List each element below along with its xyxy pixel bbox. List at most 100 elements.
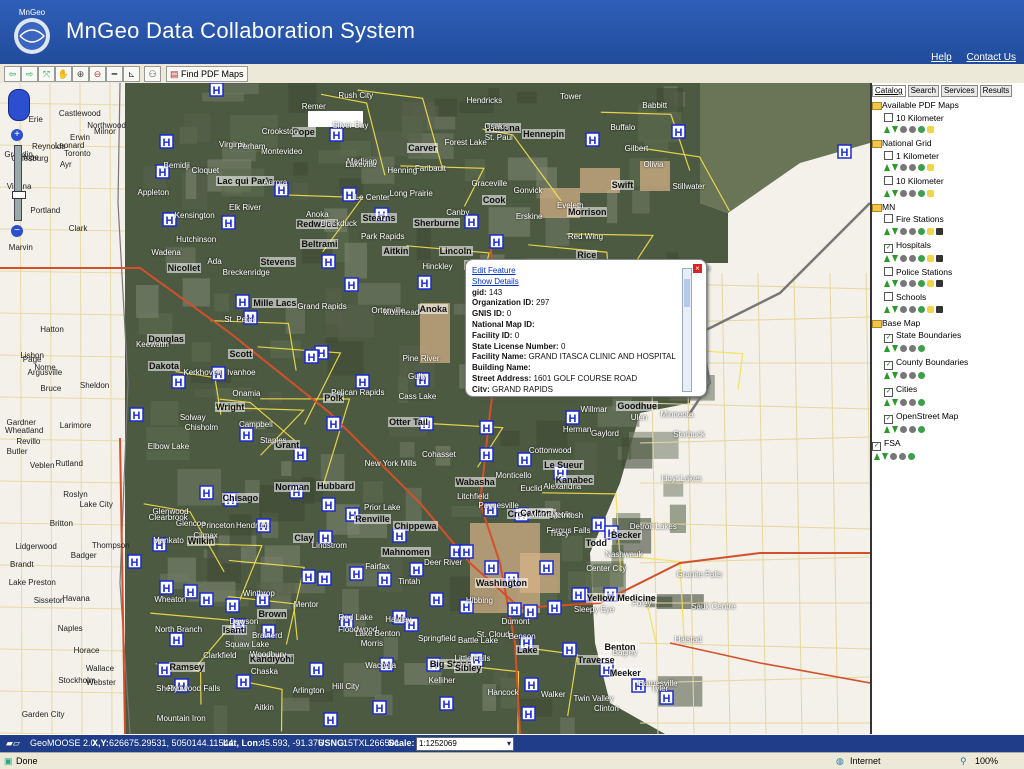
move-down-arrow-icon[interactable]	[892, 164, 898, 171]
layer-checkbox[interactable]: ✓	[872, 442, 881, 451]
move-down-arrow-icon[interactable]	[892, 426, 898, 433]
zoom-slider-thumb[interactable]	[12, 191, 26, 199]
layer-group[interactable]: Available PDF Maps	[872, 99, 1024, 112]
move-down-arrow-icon[interactable]	[892, 280, 898, 287]
opacity-icon[interactable]	[900, 254, 907, 262]
opacity-icon[interactable]	[900, 280, 907, 287]
zoom-bar[interactable]: + −	[8, 89, 30, 319]
opacity-icon[interactable]	[909, 399, 916, 406]
opacity-icon[interactable]	[890, 453, 897, 460]
layer-checkbox[interactable]: ✓	[884, 334, 893, 343]
full-extent-icon[interactable]: ⤧	[38, 66, 55, 82]
info-icon[interactable]	[927, 126, 934, 133]
scale-select[interactable]: 1:1252069 ▾	[416, 737, 514, 751]
opacity-icon[interactable]	[900, 426, 907, 433]
opacity-icon[interactable]	[900, 164, 907, 171]
info-icon[interactable]	[927, 164, 934, 171]
layer-checkbox[interactable]	[884, 292, 893, 301]
move-down-arrow-icon[interactable]	[882, 453, 888, 460]
move-up-arrow-icon[interactable]	[884, 426, 890, 433]
binoculars-icon[interactable]: ⚇	[144, 66, 161, 82]
move-up-arrow-icon[interactable]	[884, 227, 890, 235]
move-up-arrow-icon[interactable]	[884, 345, 890, 352]
opacity-icon[interactable]	[909, 280, 916, 287]
binoculars-icon[interactable]	[936, 254, 943, 262]
opacity-icon[interactable]	[909, 254, 916, 262]
info-icon[interactable]	[927, 189, 934, 197]
move-down-arrow-icon[interactable]	[892, 345, 898, 352]
opacity-icon[interactable]	[900, 399, 907, 406]
add-icon[interactable]	[918, 254, 925, 262]
tab-catalog[interactable]: Catalog	[872, 85, 906, 97]
move-up-arrow-icon[interactable]	[884, 280, 890, 287]
move-up-arrow-icon[interactable]	[884, 305, 890, 313]
layer-item[interactable]: Fire Stations	[872, 213, 1024, 226]
layer-checkbox[interactable]: ✓	[884, 361, 893, 370]
move-up-arrow-icon[interactable]	[884, 372, 890, 379]
info-icon[interactable]	[927, 305, 934, 313]
layer-checkbox[interactable]	[884, 214, 893, 223]
move-up-arrow-icon[interactable]	[884, 254, 890, 262]
tab-search[interactable]: Search	[907, 85, 939, 97]
add-icon[interactable]	[918, 305, 925, 313]
zoom-in-icon[interactable]: ⊕	[72, 66, 89, 82]
layer-group[interactable]: MN	[872, 201, 1024, 214]
layer-checkbox[interactable]	[884, 266, 893, 276]
layer-item[interactable]: Schools	[872, 291, 1024, 304]
binoculars-icon[interactable]	[936, 280, 943, 287]
forward-arrow-icon[interactable]: ⇨	[21, 66, 38, 82]
zoom-level[interactable]: 100%	[975, 753, 998, 769]
back-arrow-icon[interactable]: ⇦	[4, 66, 21, 82]
layer-item[interactable]: ✓ OpenStreet Map	[872, 410, 1024, 424]
move-up-arrow-icon[interactable]	[884, 189, 890, 197]
help-link[interactable]: Help	[931, 52, 952, 63]
move-up-arrow-icon[interactable]	[884, 399, 890, 406]
add-icon[interactable]	[918, 280, 925, 287]
layer-group-fsa[interactable]: ✓ FSA	[872, 437, 1024, 451]
measure-area-icon[interactable]: ⊾	[123, 66, 140, 82]
add-icon[interactable]	[918, 426, 925, 433]
opacity-icon[interactable]	[899, 453, 906, 460]
zoom-in-button[interactable]: +	[11, 129, 23, 141]
layer-checkbox[interactable]: ✓	[884, 388, 893, 397]
zoom-out-icon[interactable]: ⊖	[89, 66, 106, 82]
layer-checkbox[interactable]: ✓	[884, 415, 893, 424]
popup-scrollbar-thumb[interactable]	[684, 279, 690, 307]
tab-services[interactable]: Services	[940, 85, 978, 97]
layer-item[interactable]: ✓ Cities	[872, 383, 1024, 397]
layer-item[interactable]: 1 Kilometer	[872, 150, 1024, 163]
opacity-icon[interactable]	[909, 305, 916, 313]
info-icon[interactable]	[927, 280, 934, 287]
layer-checkbox[interactable]	[884, 112, 893, 122]
layer-checkbox[interactable]	[884, 176, 893, 185]
opacity-icon[interactable]	[900, 305, 907, 313]
opacity-icon[interactable]	[900, 227, 907, 235]
layer-item[interactable]: ✓ County Boundaries	[872, 356, 1024, 370]
move-down-arrow-icon[interactable]	[892, 126, 898, 133]
contact-us-link[interactable]: Contact Us	[967, 52, 1016, 63]
opacity-icon[interactable]	[909, 345, 916, 352]
layer-group[interactable]: Base Map	[872, 317, 1024, 330]
map-view[interactable]: HHHHHHHHHHHHHHHHHHHHHHHHHHHHHHHHHHHHHHHH…	[0, 83, 872, 734]
opacity-icon[interactable]	[900, 189, 907, 197]
find-pdf-maps-button[interactable]: ▤ Find PDF Maps	[166, 66, 248, 82]
opacity-icon[interactable]	[900, 126, 907, 133]
layer-item[interactable]: 10 Kilometer	[872, 175, 1024, 188]
opacity-icon[interactable]	[909, 164, 916, 171]
pan-control[interactable]	[8, 89, 30, 121]
add-icon[interactable]	[918, 227, 925, 235]
pan-hand-icon[interactable]: ✋	[55, 66, 72, 82]
layer-checkbox[interactable]: ✓	[884, 243, 893, 253]
opacity-icon[interactable]	[900, 345, 907, 352]
layer-group[interactable]: National Grid	[872, 137, 1024, 150]
move-down-arrow-icon[interactable]	[892, 254, 898, 262]
opacity-icon[interactable]	[900, 372, 907, 379]
move-up-arrow-icon[interactable]	[874, 453, 880, 460]
popup-scrollbar[interactable]	[682, 268, 692, 392]
close-icon[interactable]: ×	[693, 264, 702, 273]
layer-item[interactable]: ✓ Hospitals	[872, 239, 1024, 253]
layer-item[interactable]: ✓ State Boundaries	[872, 329, 1024, 343]
layer-item[interactable]: Police Stations	[872, 266, 1024, 279]
move-down-arrow-icon[interactable]	[892, 227, 898, 235]
add-icon[interactable]	[918, 399, 925, 406]
